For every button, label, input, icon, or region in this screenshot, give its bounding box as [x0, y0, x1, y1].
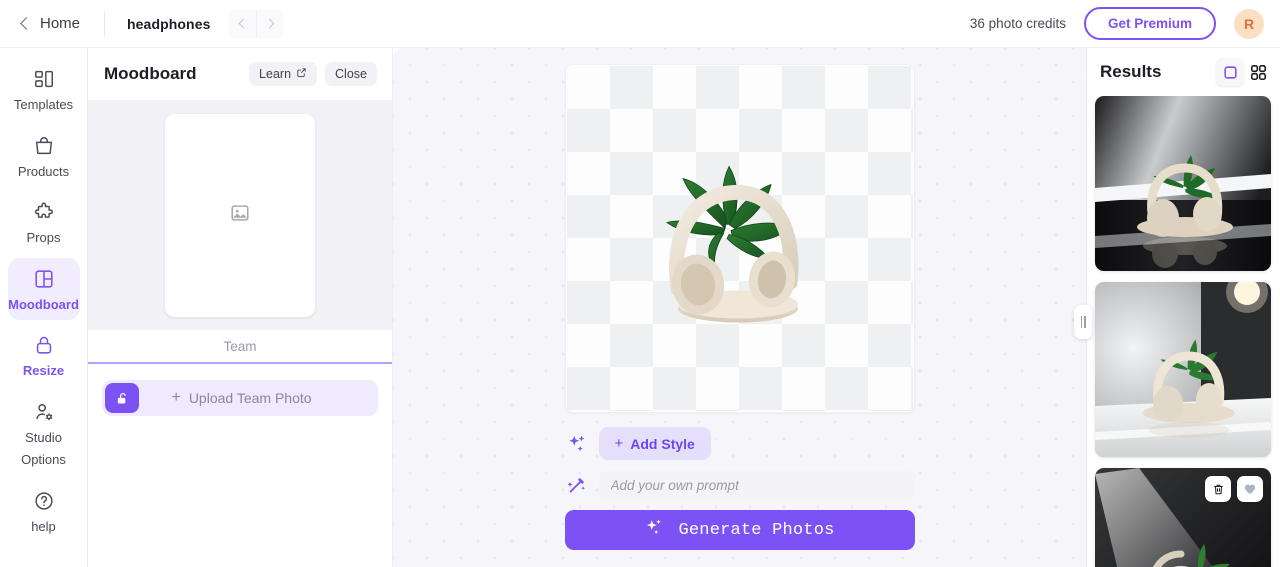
sparkles-icon	[644, 517, 664, 543]
close-button[interactable]: Close	[325, 62, 377, 86]
result-hover-actions	[1205, 476, 1263, 502]
sidebar-item-label: Products	[17, 163, 70, 179]
app-body: Templates Products Props Moodboard Resiz…	[0, 48, 1280, 567]
sidebar-item-label-line2: Options	[21, 452, 66, 468]
tab-team[interactable]: Team	[88, 330, 392, 364]
drag-handle-bar	[1084, 316, 1086, 328]
chevron-right-icon	[264, 18, 275, 29]
style-row: + Add Style	[565, 427, 915, 460]
single-view-icon[interactable]	[1216, 58, 1244, 86]
generate-photos-button[interactable]: Generate Photos	[564, 510, 915, 550]
left-rail: Templates Products Props Moodboard Resiz…	[0, 48, 88, 567]
home-link[interactable]: Home	[14, 11, 86, 36]
add-style-label: Add Style	[630, 435, 695, 452]
top-bar: Home headphones 36 photo credits Get Pre…	[0, 0, 1280, 48]
sidebar-item-label: Resize	[22, 363, 65, 379]
external-link-icon	[296, 67, 307, 81]
sidebar-item-help[interactable]: help	[8, 480, 80, 543]
nav-next-button[interactable]	[256, 9, 284, 38]
sidebar-item-templates[interactable]: Templates	[8, 58, 80, 121]
lock-icon	[32, 333, 56, 357]
home-label: Home	[40, 15, 81, 32]
product-stage[interactable]	[564, 64, 915, 413]
sidebar-item-props[interactable]: Props	[8, 191, 80, 254]
prompt-row	[565, 470, 915, 500]
moodboard-panel: Moodboard Learn Close Team + Upload Team…	[88, 48, 393, 567]
sidebar-item-products[interactable]: Products	[8, 125, 80, 188]
user-settings-icon	[32, 400, 56, 424]
app-root: Home headphones 36 photo credits Get Pre…	[0, 0, 1280, 567]
canvas-area[interactable]: + Add Style Add your own prompt Generate…	[393, 48, 1086, 567]
grid-view-icon[interactable]	[1244, 58, 1272, 86]
moodboard-header: Moodboard Learn Close	[88, 48, 392, 100]
nav-prev-button[interactable]	[228, 10, 256, 38]
upload-team-photo-label: Upload Team Photo	[188, 390, 312, 406]
upload-team-photo-label-wrap: + Upload Team Photo	[105, 389, 378, 407]
result-item[interactable]	[1095, 282, 1271, 457]
learn-button[interactable]: Learn	[249, 62, 318, 86]
header-divider	[104, 10, 106, 37]
add-style-button[interactable]: + Add Style	[598, 427, 711, 460]
result-item[interactable]	[1095, 96, 1271, 271]
sidebar-item-resize[interactable]: Resize	[8, 324, 80, 387]
panel-resize-handle[interactable]	[1074, 305, 1092, 339]
sidebar-item-label: Moodboard	[8, 296, 79, 312]
delete-result-button[interactable]	[1205, 476, 1231, 502]
upload-team-photo-button[interactable]: + Upload Team Photo	[102, 380, 378, 416]
results-list[interactable]	[1087, 96, 1280, 567]
results-panel: Results	[1086, 48, 1280, 567]
photo-credits: 36 photo credits	[969, 16, 1066, 31]
history-nav	[228, 9, 285, 38]
bag-icon	[32, 134, 56, 158]
results-title: Results	[1100, 62, 1162, 81]
favorite-result-button[interactable]	[1237, 476, 1263, 502]
results-header: Results	[1087, 48, 1280, 96]
sidebar-item-label: Props	[26, 230, 61, 246]
prompt-input[interactable]	[598, 470, 915, 500]
sidebar-item-label: Templates	[13, 97, 74, 112]
puzzle-icon	[32, 200, 56, 224]
avatar[interactable]: R	[1234, 8, 1264, 39]
question-circle-icon	[32, 489, 56, 513]
sidebar-item-label: help	[31, 518, 56, 534]
moodboard-icon	[32, 267, 56, 291]
image-placeholder-icon	[229, 202, 251, 229]
magic-wand-icon	[565, 474, 589, 496]
panel-title: Moodboard	[104, 64, 197, 83]
sparkles-icon	[565, 433, 589, 455]
drag-handle-bar	[1080, 316, 1082, 328]
generation-controls: + Add Style Add your own prompt Generate…	[564, 427, 915, 550]
product-image[interactable]	[630, 136, 850, 341]
sidebar-item-moodboard[interactable]: Moodboard	[7, 257, 80, 321]
moodboard-dropzone[interactable]	[88, 100, 392, 330]
sidebar-item-studio-options[interactable]: Studio Options	[8, 391, 80, 476]
plus-icon: +	[614, 435, 624, 452]
generate-photos-label: Generate Photos	[678, 520, 835, 540]
project-name: headphones	[127, 15, 211, 32]
moodboard-panel-body: + Upload Team Photo	[88, 364, 392, 567]
moodboard-empty-card[interactable]	[165, 113, 315, 317]
result-item[interactable]	[1095, 468, 1271, 567]
learn-label: Learn	[259, 67, 292, 81]
chevron-left-icon	[239, 18, 249, 29]
chevron-left-icon	[20, 17, 33, 30]
get-premium-button[interactable]: Get Premium	[1083, 7, 1216, 40]
plus-icon: +	[171, 389, 181, 406]
templates-icon	[32, 67, 56, 91]
sidebar-item-label-line1: Studio	[25, 429, 62, 445]
